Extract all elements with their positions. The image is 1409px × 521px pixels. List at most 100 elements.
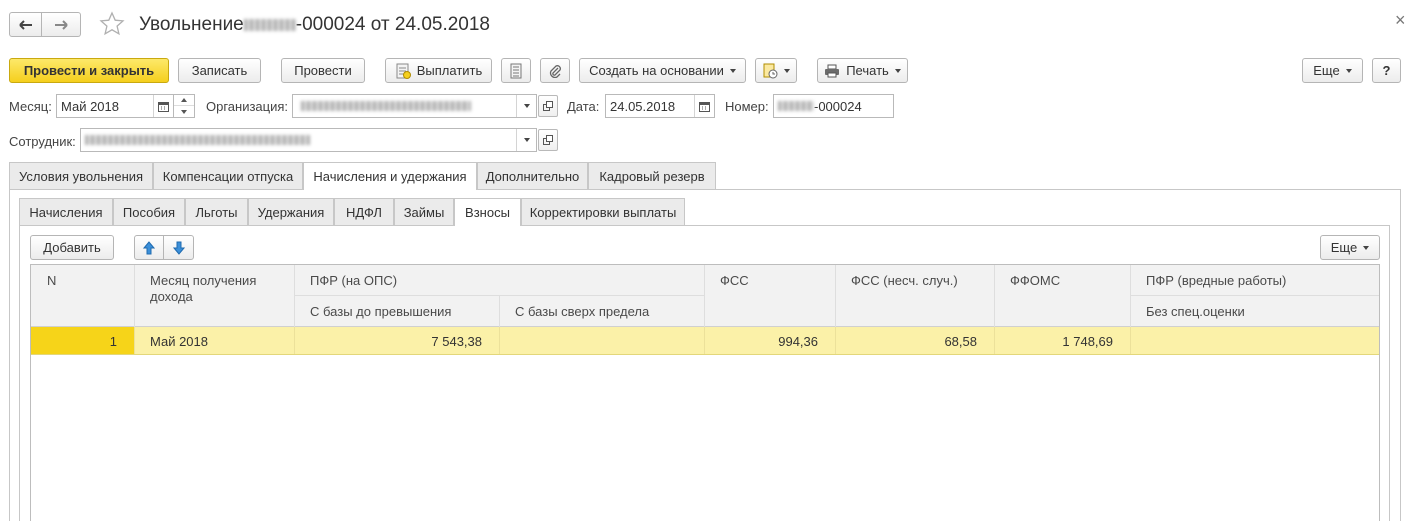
subtab-loans[interactable]: Займы [394, 198, 454, 225]
move-up-button[interactable] [134, 235, 164, 260]
subtab-contributions[interactable]: Взносы [454, 198, 521, 226]
subtab-label: Начисления [29, 204, 103, 220]
row-separator [835, 327, 836, 354]
back-button[interactable] [9, 12, 42, 37]
row-cell-n-highlight [31, 327, 134, 354]
calendar-button[interactable] [153, 95, 173, 117]
redacted-employee [85, 135, 310, 145]
employee-label: Сотрудник: [9, 134, 76, 149]
tab-dismissal-conditions[interactable]: Условия увольнения [9, 162, 153, 189]
tab-label: Условия увольнения [18, 168, 144, 184]
column-header-fss-ns[interactable]: ФСС (несч. случ.) [851, 273, 958, 288]
post-label: Провести [294, 63, 352, 78]
pay-button[interactable]: Выплатить [385, 58, 492, 83]
tab-label: Компенсации отпуска [162, 168, 294, 184]
arrow-up-icon [143, 240, 155, 254]
month-stepper[interactable] [174, 94, 195, 118]
column-header-month-line1[interactable]: Месяц получения [150, 273, 256, 288]
tab-personnel-reserve[interactable]: Кадровый резерв [588, 162, 716, 189]
document-pay-icon [396, 63, 411, 79]
contributions-table[interactable]: N Месяц получения дохода ПФР (на ОПС) С … [30, 264, 1380, 521]
tab-additional[interactable]: Дополнительно [477, 162, 588, 189]
add-row-button[interactable]: Добавить [30, 235, 114, 260]
related-documents-button[interactable] [755, 58, 797, 83]
subtab-payment-adjustments[interactable]: Корректировки выплаты [521, 198, 685, 225]
chevron-down-icon [729, 68, 736, 73]
cell-pfr-base[interactable]: 7 543,38 [431, 334, 482, 349]
column-header-pfr[interactable]: ПФР (на ОПС) [310, 273, 397, 288]
column-header-n[interactable]: N [47, 273, 56, 288]
forward-button[interactable] [42, 12, 81, 37]
date-field[interactable]: 24.05.2018 [605, 94, 715, 118]
post-button[interactable]: Провести [281, 58, 365, 83]
column-header-pfr-base[interactable]: С базы до превышения [310, 304, 451, 319]
cell-month[interactable]: Май 2018 [150, 334, 208, 349]
subtab-accruals[interactable]: Начисления [19, 198, 113, 225]
stepper-up-icon[interactable] [174, 95, 194, 106]
column-header-pfr-harm-sub[interactable]: Без спец.оценки [1146, 304, 1245, 319]
column-header-pfr-harm[interactable]: ПФР (вредные работы) [1146, 273, 1286, 288]
organization-open-button[interactable] [538, 95, 558, 117]
table-row[interactable]: 1 Май 2018 7 543,38 994,36 68,58 1 748,6… [31, 327, 1379, 355]
employee-open-button[interactable] [538, 129, 558, 151]
stepper-down-icon[interactable] [174, 106, 194, 117]
row-separator [994, 327, 995, 354]
help-button[interactable]: ? [1372, 58, 1401, 83]
favorite-star-icon[interactable] [99, 11, 125, 37]
employee-field[interactable] [80, 128, 537, 152]
subtab-label: Взносы [465, 205, 510, 220]
header-subdivider [1130, 295, 1379, 296]
month-field[interactable]: Май 2018 [56, 94, 174, 118]
attach-button[interactable] [540, 58, 570, 83]
cell-n[interactable]: 1 [110, 334, 117, 349]
organization-label: Организация: [206, 99, 289, 114]
tab-vacation-compensation[interactable]: Компенсации отпуска [153, 162, 303, 189]
organization-field[interactable] [292, 94, 537, 118]
subtab-label: Льготы [195, 204, 238, 220]
arrow-right-icon [55, 19, 68, 30]
help-label: ? [1382, 63, 1391, 78]
create-based-on-button[interactable]: Создать на основании [579, 58, 746, 83]
subtab-label: Пособия [122, 204, 176, 220]
subtab-deductions[interactable]: Удержания [248, 198, 334, 225]
employee-dropdown-button[interactable] [516, 129, 536, 151]
cell-fss[interactable]: 994,36 [778, 334, 818, 349]
move-down-button[interactable] [163, 235, 194, 260]
table-more-button[interactable]: Еще [1320, 235, 1380, 260]
subtab-ndfl[interactable]: НДФЛ [334, 198, 394, 225]
organization-dropdown-button[interactable] [516, 95, 536, 117]
number-field[interactable]: -000024 [773, 94, 894, 118]
chevron-down-icon [523, 104, 530, 108]
row-separator [134, 327, 135, 354]
column-header-fss[interactable]: ФСС [720, 273, 749, 288]
close-icon[interactable]: × [1395, 10, 1406, 31]
save-button[interactable]: Записать [178, 58, 261, 83]
post-and-close-button[interactable]: Провести и закрыть [9, 58, 169, 83]
printer-icon [825, 64, 840, 77]
subtab-benefits[interactable]: Пособия [113, 198, 185, 225]
date-value: 24.05.2018 [610, 98, 676, 114]
header-subdivider [294, 295, 704, 296]
cell-fss-ns[interactable]: 68,58 [944, 334, 977, 349]
column-header-month-line2[interactable]: дохода [150, 289, 193, 304]
header-separator [499, 296, 500, 327]
open-window-icon [543, 135, 553, 145]
redacted-number-prefix [778, 101, 814, 111]
tab-accruals-deductions[interactable]: Начисления и удержания [303, 162, 477, 190]
column-header-ffoms[interactable]: ФФОМС [1010, 273, 1060, 288]
subtab-privileges[interactable]: Льготы [185, 198, 248, 225]
header-separator [704, 265, 705, 327]
header-separator [1130, 265, 1131, 327]
date-calendar-button[interactable] [694, 95, 714, 117]
print-button[interactable]: Печать [817, 58, 908, 83]
more-button[interactable]: Еще [1302, 58, 1363, 83]
row-separator [1130, 327, 1131, 354]
ledger-icon [510, 63, 522, 78]
column-header-pfr-over[interactable]: С базы сверх предела [515, 304, 649, 319]
cell-ffoms[interactable]: 1 748,69 [1062, 334, 1113, 349]
subtab-label: Займы [403, 204, 445, 220]
post-and-close-label: Провести и закрыть [23, 63, 155, 78]
ledger-button[interactable] [501, 58, 531, 83]
chevron-down-icon [894, 68, 901, 73]
redacted-number [243, 19, 296, 31]
